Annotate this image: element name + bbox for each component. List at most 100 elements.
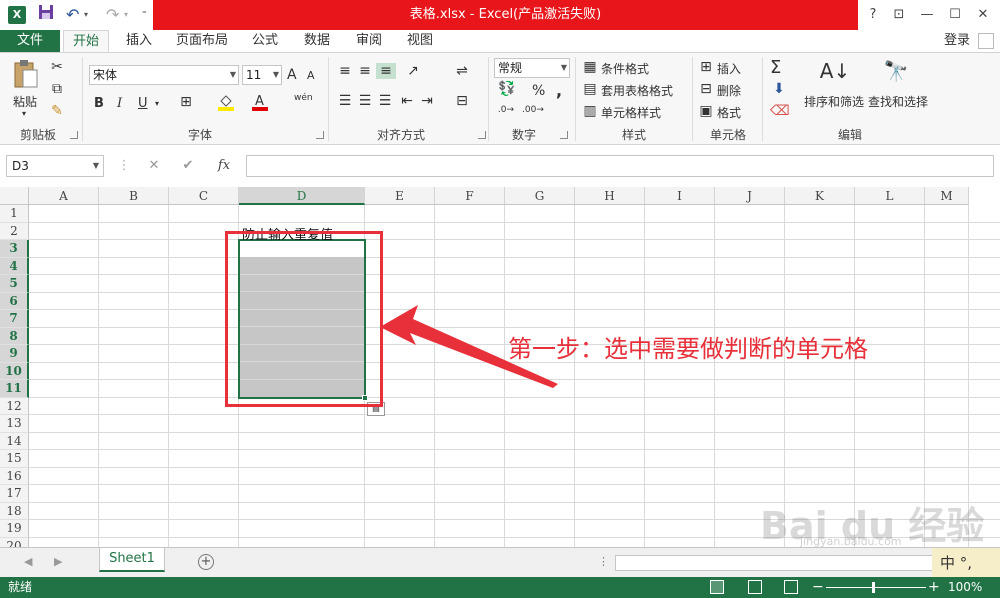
close-button[interactable]: ✕ bbox=[972, 4, 994, 26]
zoom-level[interactable]: 100% bbox=[948, 577, 982, 598]
format-cells-icon[interactable]: ▣ bbox=[698, 103, 714, 119]
undo-icon[interactable]: ↶ bbox=[66, 4, 79, 26]
redo-icon[interactable]: ↷ bbox=[106, 4, 119, 26]
conditional-formatting-button[interactable]: 条件格式 bbox=[601, 60, 649, 77]
font-size-combo[interactable]: 11 ▼ bbox=[242, 65, 282, 85]
delete-cells-button[interactable]: 删除 bbox=[717, 82, 741, 99]
bold-button[interactable]: B bbox=[94, 96, 104, 111]
paste-icon[interactable] bbox=[12, 59, 40, 89]
clear-icon[interactable]: ⌫ bbox=[770, 103, 790, 119]
font-color-icon[interactable]: A bbox=[250, 93, 270, 115]
worksheet-grid[interactable]: A B C D E F G H I J K L M 1 2 3 4 5 6 7 8 9 10 11 12 13 14 15 16 17 18… bbox=[0, 187, 1000, 547]
delete-cells-icon[interactable]: ⊟ bbox=[698, 81, 714, 97]
number-launcher-icon[interactable] bbox=[560, 131, 568, 139]
align-right-icon[interactable]: ☰ bbox=[376, 93, 394, 109]
comma-style-button[interactable]: , bbox=[556, 81, 562, 100]
zoom-slider-track[interactable] bbox=[826, 587, 926, 588]
tab-view[interactable]: 视图 bbox=[399, 30, 441, 52]
help-button[interactable]: ? bbox=[862, 4, 884, 26]
cell-styles-button[interactable]: 单元格样式 bbox=[601, 104, 661, 121]
cancel-entry-button[interactable]: ✕ bbox=[142, 155, 166, 177]
sort-filter-button[interactable]: 排序和筛选 bbox=[804, 93, 864, 110]
format-as-table-button[interactable]: 套用表格格式 bbox=[601, 82, 673, 99]
horizontal-scrollbar[interactable] bbox=[615, 555, 935, 571]
name-box[interactable]: D3 ▼ bbox=[6, 155, 104, 177]
format-cells-button[interactable]: 格式 bbox=[717, 104, 741, 121]
page-break-view-icon[interactable] bbox=[784, 580, 798, 594]
decrease-decimal-icon[interactable]: .00→ bbox=[522, 105, 544, 115]
zoom-out-button[interactable]: − bbox=[812, 577, 824, 598]
font-name-combo[interactable]: 宋体 ▼ bbox=[89, 65, 239, 85]
next-sheet-icon[interactable]: ▶ bbox=[54, 555, 62, 568]
align-bottom-icon[interactable]: ≡ bbox=[376, 63, 396, 79]
formula-input[interactable] bbox=[246, 155, 994, 177]
clipboard-launcher-icon[interactable] bbox=[70, 131, 78, 139]
tab-formulas[interactable]: 公式 bbox=[244, 30, 286, 52]
ribbon-collapse-icon[interactable] bbox=[978, 33, 994, 49]
number-format-combo[interactable]: 常规 ▼ bbox=[494, 58, 570, 78]
copy-icon[interactable]: ⧉ bbox=[48, 81, 66, 97]
align-center-icon[interactable]: ☰ bbox=[356, 93, 374, 109]
borders-icon[interactable]: ⊞ bbox=[176, 94, 196, 110]
save-icon[interactable] bbox=[38, 4, 54, 26]
zoom-slider-thumb[interactable] bbox=[872, 582, 875, 593]
fill-color-icon[interactable] bbox=[216, 93, 236, 115]
align-middle-icon[interactable]: ≡ bbox=[356, 63, 374, 79]
alignment-launcher-icon[interactable] bbox=[478, 131, 486, 139]
minimize-button[interactable]: — bbox=[916, 4, 938, 26]
insert-function-button[interactable]: fx bbox=[212, 155, 236, 177]
conditional-formatting-icon[interactable]: ▦ bbox=[582, 59, 598, 75]
prev-sheet-icon[interactable]: ◀ bbox=[24, 555, 32, 568]
undo-dropdown-icon[interactable]: ▾ bbox=[84, 4, 88, 26]
autosum-button[interactable]: Σ bbox=[770, 57, 781, 78]
shrink-font-button[interactable]: A bbox=[307, 69, 315, 82]
sheet-tab-sheet1[interactable]: Sheet1 bbox=[99, 548, 165, 572]
currency-icon[interactable]: 💱 bbox=[496, 81, 518, 97]
align-top-icon[interactable]: ≡ bbox=[336, 63, 354, 79]
find-select-button[interactable]: 查找和选择 bbox=[868, 93, 928, 110]
orientation-icon[interactable]: ↗ bbox=[402, 63, 424, 79]
decrease-indent-icon[interactable]: ⇤ bbox=[398, 93, 416, 109]
tab-insert[interactable]: 插入 bbox=[118, 30, 160, 52]
customize-toolbar-icon[interactable]: ⁼ bbox=[142, 4, 147, 26]
fill-icon[interactable]: ⬇ bbox=[770, 81, 788, 97]
redo-dropdown-icon[interactable]: ▾ bbox=[124, 4, 128, 26]
wrap-text-icon[interactable]: ⇌ bbox=[452, 63, 472, 79]
login-link[interactable]: 登录 bbox=[944, 30, 970, 52]
confirm-entry-button[interactable]: ✔ bbox=[176, 155, 200, 177]
phonetic-guide-button[interactable]: wén bbox=[294, 93, 313, 103]
increase-indent-icon[interactable]: ⇥ bbox=[418, 93, 436, 109]
tab-review[interactable]: 审阅 bbox=[348, 30, 390, 52]
align-left-icon[interactable]: ☰ bbox=[336, 93, 354, 109]
insert-cells-button[interactable]: 插入 bbox=[717, 60, 741, 77]
paste-button[interactable]: 粘贴 bbox=[13, 93, 37, 110]
tab-file[interactable]: 文件 bbox=[0, 30, 60, 52]
font-launcher-icon[interactable] bbox=[316, 131, 324, 139]
maximize-button[interactable]: ☐ bbox=[944, 4, 966, 26]
increase-decimal-icon[interactable]: .0→ bbox=[496, 105, 516, 115]
ime-indicator[interactable]: 中 °, bbox=[932, 548, 1000, 578]
underline-dropdown-icon[interactable]: ▾ bbox=[155, 99, 159, 108]
grow-font-button[interactable]: A bbox=[287, 67, 297, 83]
normal-view-icon[interactable] bbox=[710, 580, 724, 594]
cut-icon[interactable]: ✂ bbox=[48, 59, 66, 75]
paste-dropdown-icon[interactable]: ▾ bbox=[22, 109, 26, 118]
tab-split-icon[interactable]: ⋮ bbox=[598, 555, 609, 568]
insert-cells-icon[interactable]: ⊞ bbox=[698, 59, 714, 75]
find-select-icon[interactable]: 🔭 bbox=[882, 59, 910, 87]
format-as-table-icon[interactable]: ▤ bbox=[582, 81, 598, 97]
sort-filter-icon[interactable]: A↓ bbox=[818, 59, 852, 87]
format-painter-icon[interactable]: ✎ bbox=[48, 103, 66, 119]
zoom-in-button[interactable]: + bbox=[928, 577, 940, 598]
ribbon-display-options-button[interactable]: ⊡ bbox=[888, 4, 910, 26]
page-layout-view-icon[interactable] bbox=[748, 580, 762, 594]
cell-styles-icon[interactable]: ▥ bbox=[582, 103, 598, 119]
underline-button[interactable]: U bbox=[138, 96, 148, 111]
add-sheet-button[interactable]: + bbox=[198, 554, 214, 570]
tab-home[interactable]: 开始 bbox=[63, 30, 109, 52]
tab-page-layout[interactable]: 页面布局 bbox=[170, 30, 234, 52]
percent-button[interactable]: % bbox=[532, 83, 545, 99]
italic-button[interactable]: I bbox=[117, 96, 122, 111]
merge-center-icon[interactable]: ⊟ bbox=[452, 93, 472, 109]
tab-data[interactable]: 数据 bbox=[296, 30, 338, 52]
